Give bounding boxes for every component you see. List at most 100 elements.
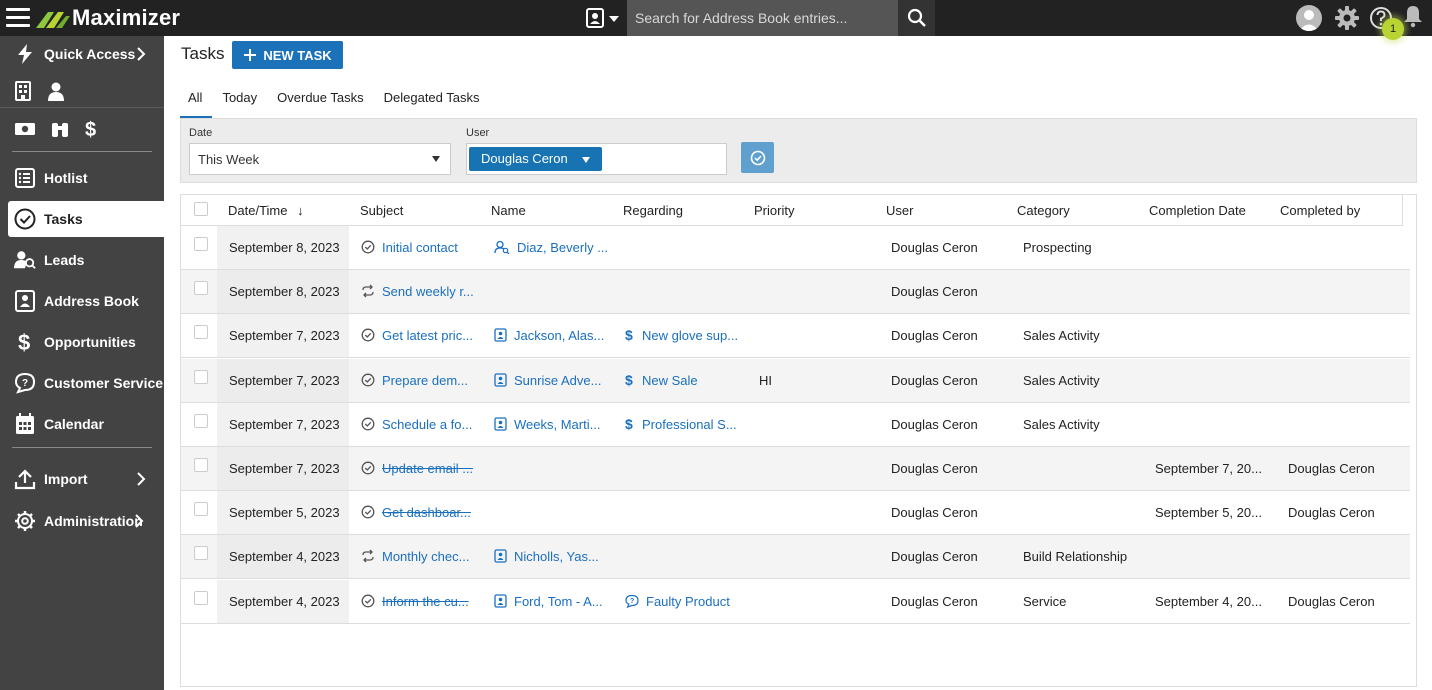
- task-name-link[interactable]: Jackson, Alas...: [514, 328, 604, 343]
- task-subject-link[interactable]: Get latest pric...: [382, 328, 473, 343]
- sidebar-item-customer-service[interactable]: ? Customer Service: [0, 365, 164, 401]
- column-header-category[interactable]: Category: [1017, 203, 1070, 218]
- task-subject-link[interactable]: Monthly chec...: [382, 549, 469, 564]
- task-subject-cell[interactable]: Initial contact: [361, 240, 486, 257]
- task-subject-link[interactable]: Initial contact: [382, 240, 458, 255]
- gear-icon[interactable]: [1334, 5, 1360, 31]
- tab-today[interactable]: Today: [212, 82, 267, 118]
- task-regarding-link[interactable]: New Sale: [642, 373, 698, 388]
- task-subject-cell[interactable]: Get dashboar...: [361, 505, 486, 522]
- address-book-picker[interactable]: [585, 7, 625, 29]
- task-name-cell[interactable]: Sunrise Adve...: [494, 373, 619, 390]
- tab-overdue-tasks[interactable]: Overdue Tasks: [267, 82, 373, 118]
- row-checkbox[interactable]: [194, 369, 208, 384]
- column-header-name[interactable]: Name: [491, 203, 526, 218]
- task-name-link[interactable]: Diaz, Beverly ...: [517, 240, 608, 255]
- user-filter-chip[interactable]: Douglas Ceron: [469, 147, 602, 171]
- person-icon[interactable]: [46, 81, 66, 101]
- row-checkbox[interactable]: [194, 413, 208, 428]
- sidebar-item-administration[interactable]: Administration: [0, 503, 164, 539]
- user-filter-field[interactable]: Douglas Ceron: [466, 143, 727, 175]
- column-header-user[interactable]: User: [886, 203, 913, 218]
- search-input[interactable]: Search for Address Book entries...: [627, 0, 898, 36]
- sidebar-item-address-book[interactable]: Address Book: [0, 283, 164, 319]
- task-name-cell[interactable]: Nicholls, Yas...: [494, 549, 619, 566]
- building-icon[interactable]: [14, 81, 32, 101]
- row-checkbox[interactable]: [194, 502, 208, 517]
- sidebar-item-import[interactable]: Import: [0, 461, 164, 497]
- task-regarding-cell[interactable]: $ Professional S...: [625, 417, 750, 434]
- table-row[interactable]: September 7, 2023 Schedule a fo... Weeks, …: [181, 402, 1410, 447]
- column-header-completion-date[interactable]: Completion Date: [1149, 203, 1246, 218]
- logo[interactable]: Maximizer: [36, 5, 180, 31]
- task-regarding-cell[interactable]: $ New Sale: [625, 373, 750, 390]
- avatar[interactable]: [1296, 5, 1322, 31]
- task-name-link[interactable]: Nicholls, Yas...: [514, 549, 599, 564]
- table-row[interactable]: September 8, 2023 Initial contact Diaz, Be…: [181, 226, 1410, 270]
- row-checkbox[interactable]: [194, 590, 208, 605]
- bell-icon[interactable]: [1402, 4, 1424, 28]
- tab-delegated-tasks[interactable]: Delegated Tasks: [374, 82, 490, 118]
- dollar-icon[interactable]: $: [84, 118, 98, 140]
- task-subject-link[interactable]: Update email ...: [382, 461, 473, 476]
- task-subject-link[interactable]: Prepare dem...: [382, 373, 468, 388]
- task-subject-cell[interactable]: Schedule a fo...: [361, 417, 486, 434]
- row-checkbox[interactable]: [194, 546, 208, 561]
- column-header-date-time[interactable]: Date/Time ↓: [228, 203, 304, 218]
- notification-badge[interactable]: 1: [1382, 18, 1404, 40]
- date-filter-select[interactable]: This Week: [189, 143, 451, 175]
- row-checkbox[interactable]: [194, 237, 208, 251]
- task-subject-cell[interactable]: Inform the cu...: [361, 594, 486, 611]
- binoculars-icon[interactable]: [50, 120, 70, 138]
- column-header-completed-by[interactable]: Completed by: [1280, 203, 1360, 218]
- sidebar-item-hotlist[interactable]: Hotlist: [0, 160, 164, 196]
- table-row[interactable]: September 7, 2023 Update email ... Douglas…: [181, 447, 1410, 491]
- sidebar-item-quick-access[interactable]: Quick Access: [0, 36, 164, 72]
- new-task-button[interactable]: NEW TASK: [232, 41, 343, 69]
- table-row[interactable]: September 4, 2023 Monthly chec... Nicholls…: [181, 535, 1410, 580]
- task-subject-cell[interactable]: Monthly chec...: [361, 549, 486, 566]
- task-name-link[interactable]: Sunrise Adve...: [514, 373, 601, 388]
- hamburger-menu-icon[interactable]: [6, 8, 30, 28]
- task-name-cell[interactable]: Ford, Tom - A...: [494, 594, 619, 611]
- task-name-cell[interactable]: Weeks, Marti...: [494, 417, 619, 434]
- column-header-regarding[interactable]: Regarding: [623, 203, 683, 218]
- cash-icon[interactable]: [14, 121, 36, 137]
- task-subject-cell[interactable]: Get latest pric...: [361, 328, 486, 345]
- tasks-table: Date/Time ↓ Subject Name Regarding Prior…: [180, 194, 1417, 687]
- task-subject-cell[interactable]: Send weekly r...: [361, 284, 486, 301]
- search-button[interactable]: [898, 0, 935, 36]
- task-name-link[interactable]: Ford, Tom - A...: [514, 594, 603, 609]
- tab-all[interactable]: All: [180, 82, 213, 118]
- task-name-link[interactable]: Weeks, Marti...: [514, 417, 600, 432]
- sidebar-item-leads[interactable]: Leads: [0, 242, 164, 278]
- task-regarding-cell[interactable]: ? Faulty Product: [625, 594, 750, 611]
- table-row[interactable]: September 5, 2023 Get dashboar... Douglas …: [181, 491, 1410, 536]
- apply-filter-button[interactable]: [741, 142, 774, 173]
- task-subject-link[interactable]: Send weekly r...: [382, 284, 474, 299]
- task-subject-link[interactable]: Get dashboar...: [382, 505, 471, 520]
- column-header-subject[interactable]: Subject: [360, 203, 403, 218]
- table-row[interactable]: September 4, 2023 Inform the cu... Ford, T…: [181, 579, 1410, 624]
- sidebar-item-opportunities[interactable]: $ Opportunities: [0, 324, 164, 360]
- row-checkbox[interactable]: [194, 325, 208, 340]
- table-row[interactable]: September 7, 2023 Prepare dem... Sunrise A…: [181, 358, 1410, 403]
- column-header-priority[interactable]: Priority: [754, 203, 794, 218]
- task-subject-link[interactable]: Schedule a fo...: [382, 417, 472, 432]
- task-name-cell[interactable]: Jackson, Alas...: [494, 328, 619, 345]
- task-subject-cell[interactable]: Prepare dem...: [361, 373, 486, 390]
- task-name-cell[interactable]: Diaz, Beverly ...: [494, 240, 619, 257]
- select-all-checkbox[interactable]: [194, 202, 208, 216]
- row-checkbox[interactable]: [194, 281, 208, 296]
- table-row[interactable]: September 8, 2023 Send weekly r... Douglas…: [181, 270, 1410, 315]
- table-row[interactable]: September 7, 2023 Get latest pric... Jacks…: [181, 314, 1410, 359]
- task-subject-cell[interactable]: Update email ...: [361, 461, 486, 478]
- task-subject-link[interactable]: Inform the cu...: [382, 594, 469, 609]
- row-checkbox[interactable]: [194, 458, 208, 472]
- task-regarding-link[interactable]: Faulty Product: [646, 594, 730, 609]
- sidebar-item-tasks[interactable]: Tasks: [8, 201, 164, 237]
- task-regarding-link[interactable]: New glove sup...: [642, 328, 738, 343]
- sidebar-item-calendar[interactable]: Calendar: [0, 406, 164, 442]
- task-regarding-link[interactable]: Professional S...: [642, 417, 737, 432]
- task-regarding-cell[interactable]: $ New glove sup...: [625, 328, 750, 345]
